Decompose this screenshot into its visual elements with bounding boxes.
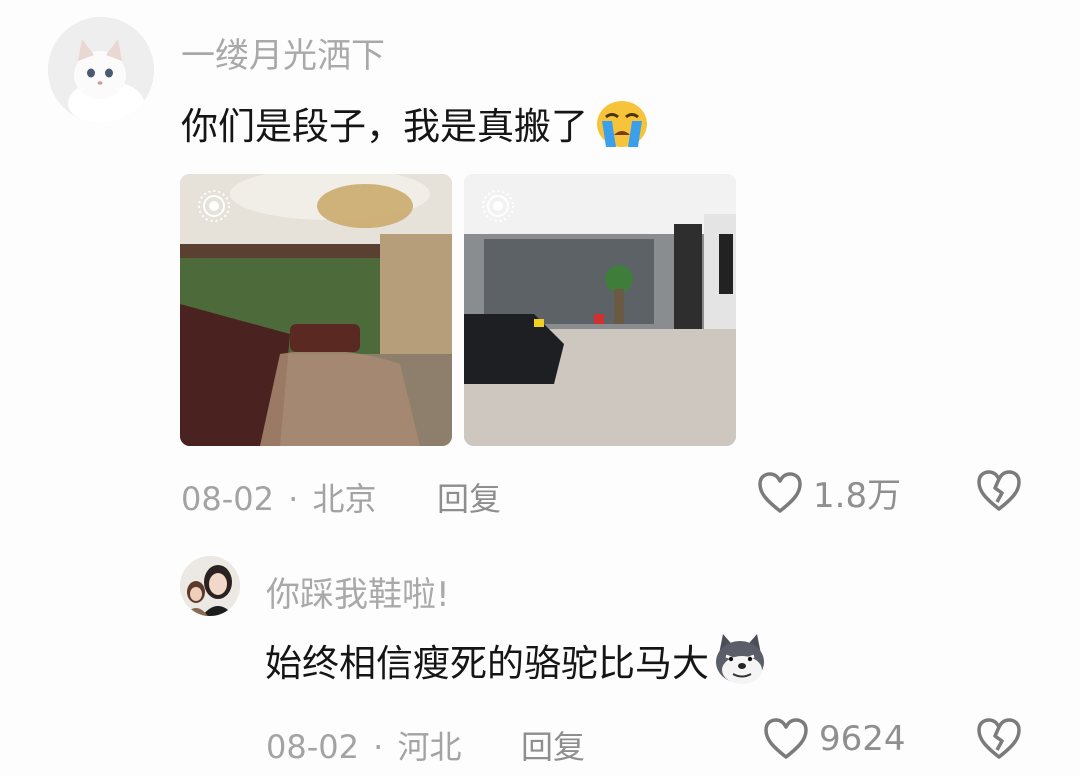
like-button[interactable]: 9624 [763, 717, 906, 761]
living-room-photo-1[interactable] [180, 174, 452, 446]
husky-dog-icon [711, 632, 769, 688]
comment-meta: 08-02 · 河北 [266, 722, 462, 768]
username[interactable]: 一缕月光洒下 [181, 28, 385, 77]
live-photo-icon [482, 190, 514, 222]
comment-location: 北京 [312, 480, 377, 518]
heart-icon [758, 471, 802, 513]
comment-text: 始终相信瘦死的骆驼比马大 [265, 642, 709, 685]
crying-face-icon [594, 97, 650, 149]
comment-date: 08-02 [266, 728, 359, 766]
reply-comment-item: 你踩我鞋啦! 始终相信瘦死的骆驼比马大 08-02 · 河北 回复 9624 [0, 540, 1080, 775]
reply-button[interactable]: 回复 [521, 722, 585, 768]
user-avatar-icon [180, 556, 240, 616]
comment-text: 你们是段子，我是真搬了 [181, 105, 588, 148]
comment-meta: 08-02 · 北京 [181, 474, 377, 520]
meta-separator: · [373, 728, 384, 766]
like-button[interactable]: 1.8万 [757, 468, 901, 517]
meta-separator: · [288, 480, 299, 518]
dislike-button[interactable] [976, 469, 1022, 513]
comment-item: 一缕月光洒下 你们是段子，我是真搬了 08-02 · 北京 回复 1.8万 [0, 0, 1080, 530]
dislike-button[interactable] [976, 717, 1022, 761]
comment-text-row: 始终相信瘦死的骆驼比马大 [265, 632, 769, 688]
avatar[interactable] [48, 17, 154, 123]
like-count: 1.8万 [813, 476, 902, 516]
heart-icon [764, 718, 808, 759]
broken-heart-icon [977, 718, 1021, 759]
username[interactable]: 你踩我鞋啦! [266, 567, 450, 616]
avatar[interactable] [180, 556, 240, 616]
living-room-photo-2[interactable] [464, 174, 736, 446]
reply-button[interactable]: 回复 [437, 474, 501, 520]
live-photo-icon [198, 190, 230, 222]
like-count: 9624 [819, 719, 906, 759]
broken-heart-icon [977, 470, 1021, 511]
comment-text-row: 你们是段子，我是真搬了 [181, 96, 650, 150]
comment-date: 08-02 [181, 480, 274, 518]
comment-location: 河北 [397, 728, 462, 766]
cat-avatar-icon [48, 17, 154, 123]
